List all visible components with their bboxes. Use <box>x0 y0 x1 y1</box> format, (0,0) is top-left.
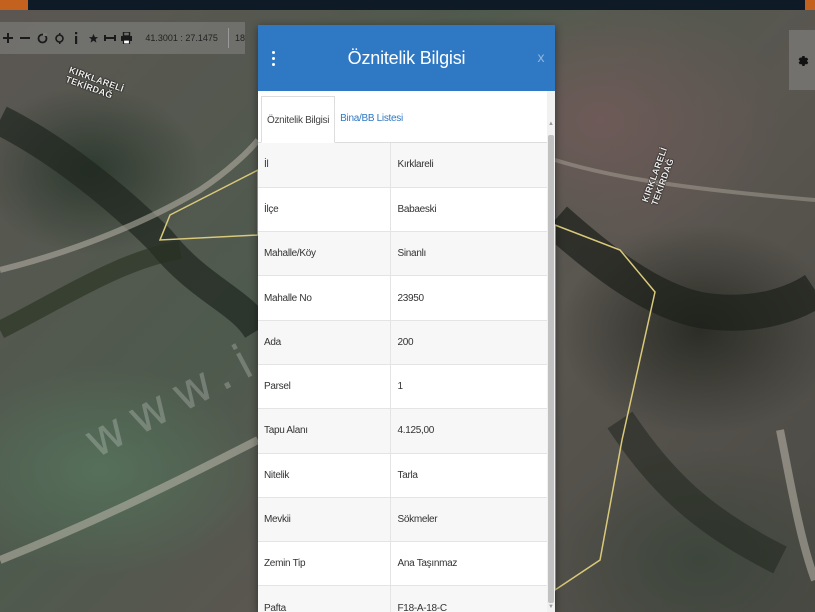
panel-tabs: Öznitelik Bilgisi Bina/BB Listesi <box>258 91 555 143</box>
info-button[interactable] <box>68 24 85 52</box>
zoom-in-icon <box>3 33 14 43</box>
table-row: Ada 200 <box>258 320 547 365</box>
tab-attribute-info[interactable]: Öznitelik Bilgisi <box>261 96 336 143</box>
zoom-out-button[interactable] <box>17 24 34 52</box>
refresh-icon <box>37 32 48 43</box>
row-value: Babaeski <box>389 187 547 233</box>
attribute-table: İl Kırklareli İlçe Babaeski Mahalle/Köy Sin… <box>258 143 547 612</box>
row-key: Ada <box>258 320 390 365</box>
row-key: İl <box>258 143 390 188</box>
row-key: Mahalle/Köy <box>258 231 390 277</box>
top-accent-right <box>805 0 815 10</box>
attribute-info-panel: Öznitelik Bilgisi x Öznitelik Bilgisi Bi… <box>258 25 555 612</box>
refresh-button[interactable] <box>34 24 51 52</box>
table-row: Nitelik Tarla <box>258 453 547 498</box>
top-strip <box>0 0 815 10</box>
print-button[interactable] <box>118 24 135 52</box>
row-key: Mahalle No <box>258 275 390 321</box>
row-key: Parsel <box>258 364 390 410</box>
row-value: Tarla <box>389 453 547 498</box>
scroll-up-arrow-icon[interactable]: ▲ <box>547 119 555 129</box>
row-value: 4.125,00 <box>389 408 547 454</box>
table-row: İl Kırklareli <box>258 143 547 188</box>
measure-icon <box>103 35 116 41</box>
tab-building-list[interactable]: Bina/BB Listesi <box>335 95 408 142</box>
row-value: Ana Taşınmaz <box>389 541 547 587</box>
table-row: Mahalle/Köy Sinanlı <box>258 231 547 277</box>
table-row: Mevkii Sökmeler <box>258 497 547 543</box>
table-row: Pafta F18-A-18-C <box>258 585 547 612</box>
table-row: İlçe Babaeski <box>258 187 547 233</box>
locate-icon <box>54 32 64 44</box>
settings-button[interactable] <box>789 30 815 90</box>
zoom-out-icon <box>20 37 31 39</box>
row-value: Sökmeler <box>389 497 547 543</box>
row-key: Pafta <box>258 585 390 612</box>
row-value: Kırklareli <box>389 143 547 188</box>
row-key: Tapu Alanı <box>258 408 390 454</box>
kebab-menu-icon <box>271 50 275 54</box>
gear-icon <box>798 55 808 66</box>
table-row: Mahalle No 23950 <box>258 275 547 321</box>
panel-header: Öznitelik Bilgisi x <box>258 25 555 91</box>
scrollbar-thumb[interactable] <box>548 135 554 603</box>
star-icon <box>88 33 98 43</box>
top-accent-left <box>0 0 28 10</box>
menu-button[interactable] <box>258 25 288 91</box>
row-key: İlçe <box>258 187 390 233</box>
row-value: 1 <box>389 364 547 410</box>
table-row: Zemin Tip Ana Taşınmaz <box>258 541 547 587</box>
map-toolbar: 41.3001 : 27.1475 18 <box>0 22 245 54</box>
row-value: 23950 <box>389 275 547 321</box>
coordinate-readout: 41.3001 : 27.1475 <box>145 33 218 43</box>
locate-button[interactable] <box>51 24 68 52</box>
table-row: Parsel 1 <box>258 364 547 410</box>
close-button[interactable]: x <box>533 49 549 65</box>
scroll-down-arrow-icon[interactable]: ▼ <box>547 602 555 612</box>
row-value: Sinanlı <box>389 231 547 277</box>
panel-title: Öznitelik Bilgisi <box>347 48 466 68</box>
row-key: Zemin Tip <box>258 541 390 587</box>
row-key: Mevkii <box>258 497 390 543</box>
zoom-in-button[interactable] <box>0 24 17 52</box>
info-icon <box>75 32 78 44</box>
measure-button[interactable] <box>102 24 119 52</box>
row-value: F18-A-18-C <box>389 585 547 612</box>
table-row: Tapu Alanı 4.125,00 <box>258 408 547 454</box>
print-icon <box>121 32 133 44</box>
row-key: Nitelik <box>258 453 390 498</box>
zoom-level: 18 <box>227 28 245 48</box>
favorite-button[interactable] <box>85 24 102 52</box>
row-value: 200 <box>389 320 547 365</box>
panel-scrollbar[interactable]: ▲ ▼ <box>547 91 555 612</box>
